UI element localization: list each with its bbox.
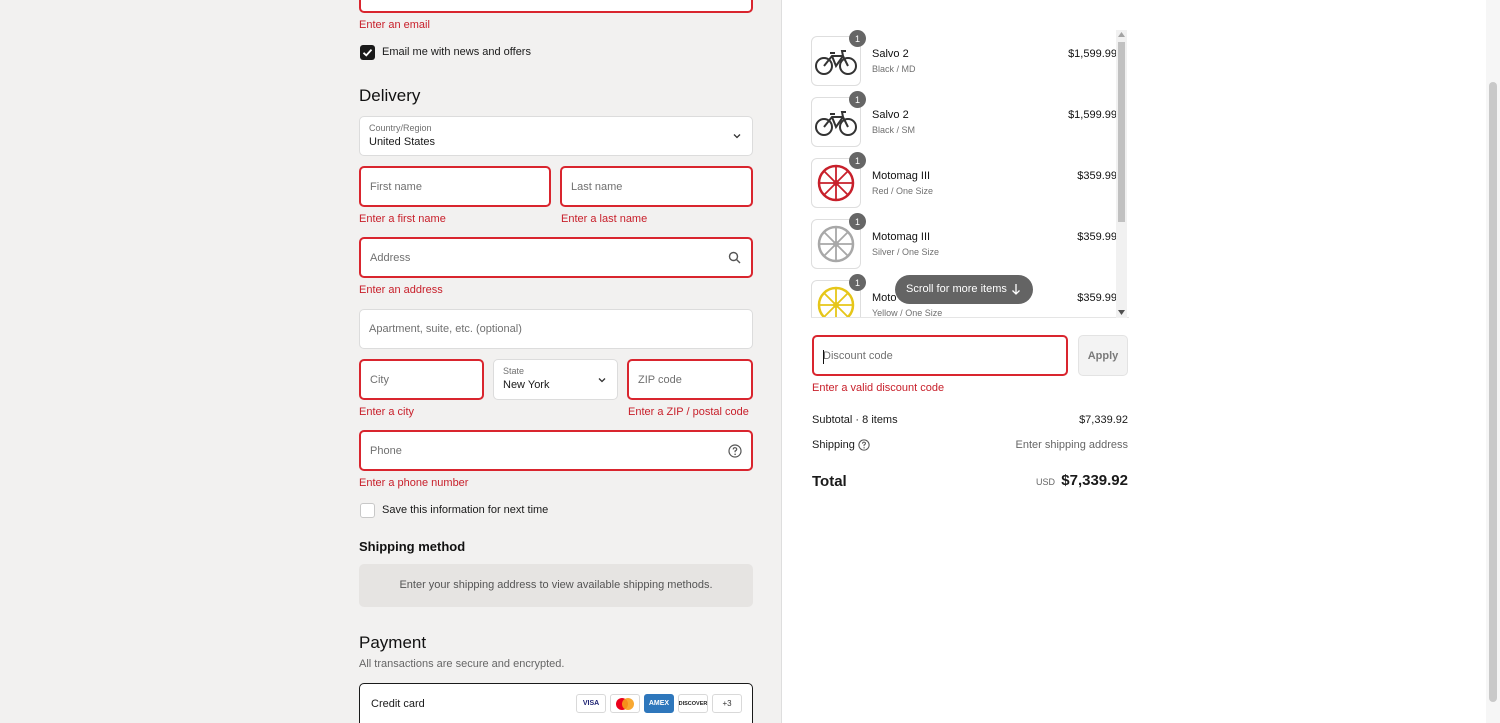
newsletter-checkbox[interactable] — [360, 45, 375, 60]
discover-icon: DISCOVER — [678, 694, 708, 713]
item-qty-badge: 1 — [849, 91, 866, 108]
order-summary-panel: 1 Salvo 2 Black / MD $1,599.99 1 Salvo 2 Black… — [783, 0, 1500, 723]
line-item: 1 Salvo 2 Black / MD $1,599.99 — [811, 30, 1129, 88]
more-cards-badge: +3 — [712, 694, 742, 713]
total-label: Total — [812, 473, 847, 490]
item-price: $1,599.99 — [1068, 48, 1117, 60]
payment-heading: Payment — [359, 633, 427, 652]
address-placeholder: Address — [370, 251, 411, 264]
discount-placeholder: Discount code — [823, 349, 893, 362]
shipping-value: Enter shipping address — [1015, 439, 1128, 451]
currency-code: USD — [1035, 477, 1055, 487]
email-error: Enter an email — [359, 19, 430, 31]
checkout-form-panel: Enter an email Email me with news and of… — [0, 0, 782, 723]
item-qty-badge: 1 — [849, 152, 866, 169]
city-error: Enter a city — [359, 406, 415, 418]
apply-label: Apply — [1087, 349, 1119, 362]
city-field[interactable]: City — [359, 359, 484, 400]
check-icon — [362, 48, 373, 57]
help-icon[interactable] — [728, 444, 742, 458]
apartment-field[interactable]: Apartment, suite, etc. (optional) — [359, 309, 753, 349]
scroll-down-arrow-icon[interactable] — [1118, 310, 1125, 316]
line-item: 1 Motomag III Red / One Size $359.99 — [811, 152, 1129, 210]
city-placeholder: City — [370, 373, 389, 386]
phone-field[interactable]: Phone — [359, 430, 753, 471]
item-price: $1,599.99 — [1068, 109, 1117, 121]
delivery-heading: Delivery — [359, 86, 421, 105]
credit-card-option[interactable]: Credit card VISA AMEX DISCOVER +3 — [359, 683, 753, 723]
state-select[interactable]: State New York — [493, 359, 618, 400]
zip-field[interactable]: ZIP code — [627, 359, 753, 400]
state-label: State — [503, 366, 525, 376]
amex-icon: AMEX — [644, 694, 674, 713]
subtotal-value: $7,339.92 — [1079, 414, 1128, 426]
search-icon[interactable] — [728, 251, 741, 264]
newsletter-label: Email me with news and offers — [382, 46, 531, 58]
line-item: 1 Motomag III Silver / One Size $359.99 — [811, 213, 1129, 271]
state-value: New York — [503, 379, 550, 391]
first-name-placeholder: First name — [370, 180, 422, 193]
item-name: Salvo 2 — [872, 48, 909, 60]
payment-subtitle: All transactions are secure and encrypte… — [359, 658, 565, 670]
item-name: Salvo 2 — [872, 109, 909, 121]
save-info-label: Save this information for next time — [382, 504, 549, 516]
page-scrollbar[interactable] — [1486, 0, 1500, 723]
item-price: $359.99 — [1077, 231, 1117, 243]
item-variant: Black / SM — [872, 125, 916, 135]
text-cursor — [823, 350, 824, 364]
phone-error: Enter a phone number — [359, 477, 469, 489]
last-name-error: Enter a last name — [561, 213, 648, 225]
first-name-field[interactable]: First name — [359, 166, 551, 207]
address-error: Enter an address — [359, 284, 443, 296]
last-name-field[interactable]: Last name — [560, 166, 753, 207]
apartment-placeholder: Apartment, suite, etc. (optional) — [369, 323, 522, 335]
item-name: Motomag III — [872, 231, 931, 243]
item-price: $359.99 — [1077, 292, 1117, 304]
discount-code-field[interactable]: Discount code — [812, 335, 1068, 376]
save-info-checkbox[interactable] — [360, 503, 375, 518]
address-field[interactable]: Address — [359, 237, 753, 278]
zip-error: Enter a ZIP / postal code — [628, 406, 749, 418]
shipping-label: Shipping — [812, 439, 855, 451]
country-select[interactable]: Country/Region United States — [359, 116, 753, 156]
scroll-up-arrow-icon[interactable] — [1118, 32, 1125, 38]
item-price: $359.99 — [1077, 170, 1117, 182]
zip-placeholder: ZIP code — [638, 373, 682, 386]
item-name: Moto — [872, 292, 897, 304]
shipping-notice-text: Enter your shipping address to view avai… — [399, 579, 713, 591]
discount-error: Enter a valid discount code — [812, 382, 945, 394]
chevron-down-icon — [598, 377, 606, 382]
subtotal-label: Subtotal · 8 items — [812, 414, 898, 426]
item-qty-badge: 1 — [849, 30, 866, 47]
scroll-more-label: Scroll for more items — [906, 283, 1007, 295]
item-qty-badge: 1 — [849, 213, 866, 230]
item-name: Motomag III — [872, 170, 931, 182]
help-icon[interactable] — [858, 439, 870, 451]
shipping-method-notice: Enter your shipping address to view avai… — [359, 564, 753, 607]
last-name-placeholder: Last name — [571, 180, 623, 193]
apply-button[interactable]: Apply — [1078, 335, 1128, 376]
item-qty-badge: 1 — [849, 274, 866, 291]
visa-icon: VISA — [576, 694, 606, 713]
mastercard-icon — [610, 694, 640, 713]
page-scrollbar-thumb[interactable] — [1489, 82, 1497, 702]
email-field[interactable] — [359, 0, 753, 13]
credit-card-label: Credit card — [371, 698, 425, 710]
items-scrollbar-thumb[interactable] — [1118, 42, 1125, 222]
item-variant: Black / MD — [872, 64, 916, 74]
country-value: United States — [369, 136, 436, 148]
item-variant: Silver / One Size — [872, 247, 940, 257]
line-item: 1 Salvo 2 Black / SM $1,599.99 — [811, 91, 1129, 149]
item-variant: Red / One Size — [872, 186, 934, 196]
scroll-more-pill[interactable]: Scroll for more items — [895, 275, 1033, 304]
country-label: Country/Region — [369, 123, 432, 133]
chevron-down-icon — [733, 134, 741, 139]
phone-placeholder: Phone — [370, 444, 402, 457]
shipping-method-heading: Shipping method — [359, 539, 466, 554]
items-scrollbar[interactable] — [1116, 30, 1127, 318]
arrow-down-icon — [1012, 284, 1020, 295]
first-name-error: Enter a first name — [359, 213, 446, 225]
total-value: $7,339.92 — [1061, 472, 1128, 489]
item-variant: Yellow / One Size — [872, 308, 943, 318]
